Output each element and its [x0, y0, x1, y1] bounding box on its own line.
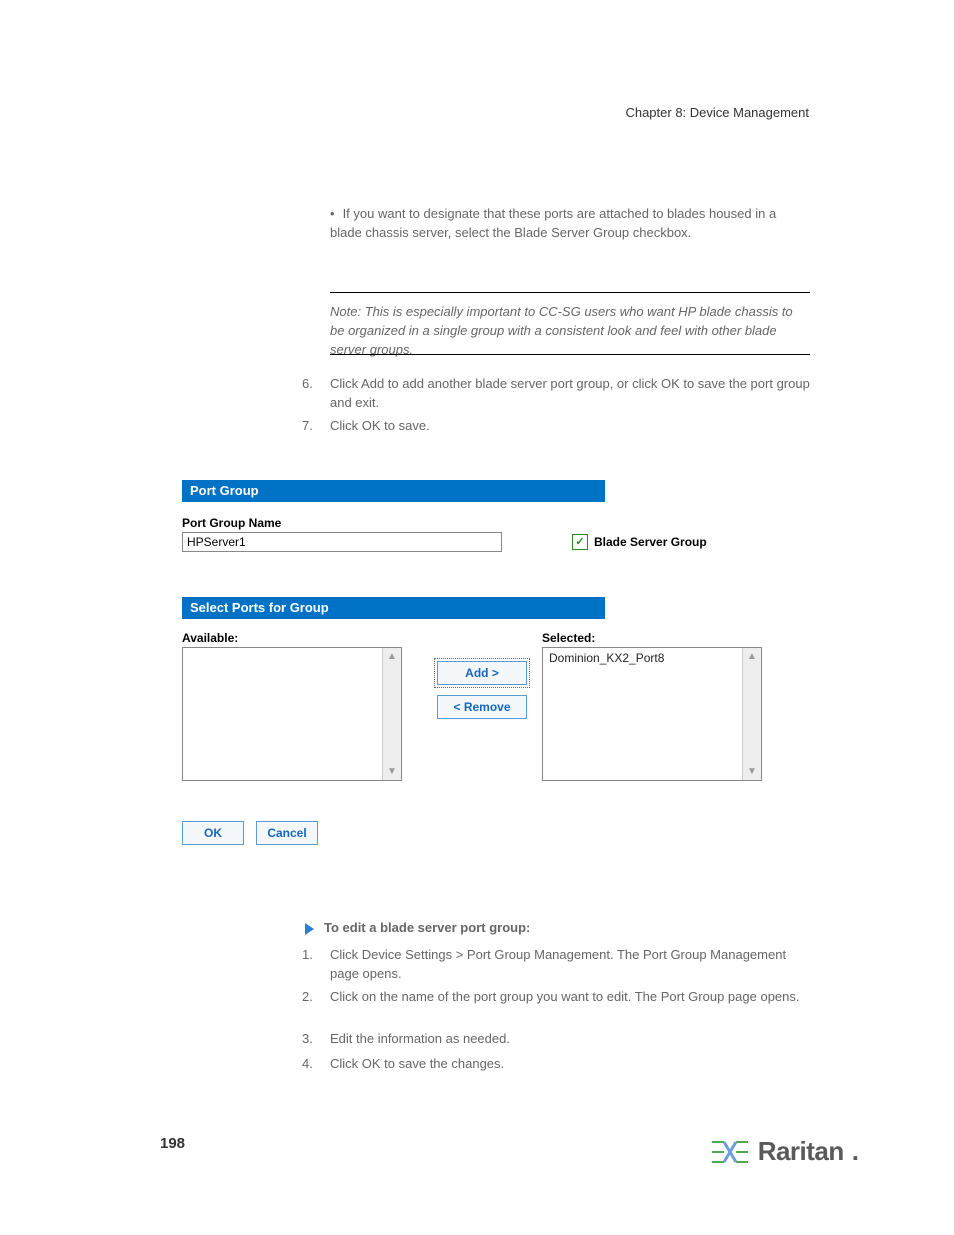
note-body: This is especially important to CC-SG us…: [330, 304, 793, 357]
scroll-up-icon[interactable]: ▲: [747, 648, 757, 665]
available-label: Available:: [182, 631, 422, 645]
blade-server-group-checkbox[interactable]: ✓: [572, 534, 588, 550]
note-top-rule: [330, 292, 810, 293]
edit-step4-text: Click OK to save the changes.: [330, 1055, 810, 1074]
logo-text: Raritan: [758, 1136, 844, 1167]
available-listbox[interactable]: ▲ ▼: [182, 647, 402, 781]
step-6-text: Click Add to add another blade server po…: [330, 375, 810, 413]
port-group-name-input[interactable]: [182, 532, 502, 552]
instruction-bullet-5-part: If you want to designate that these port…: [330, 205, 810, 243]
chapter-title: Chapter 8: Device Management: [625, 105, 809, 120]
step-6-number: 6.: [302, 375, 313, 394]
step-7-text: Click OK to save.: [330, 417, 810, 436]
scroll-down-icon[interactable]: ▼: [747, 763, 757, 780]
note-block: Note: This is especially important to CC…: [330, 303, 810, 360]
note-label: Note:: [330, 304, 361, 319]
edit-step2-text: Click on the name of the port group you …: [330, 988, 810, 1007]
step-7-number: 7.: [302, 417, 313, 436]
remove-button[interactable]: < Remove: [437, 695, 527, 719]
port-group-header: Port Group: [182, 480, 605, 502]
note-bottom-rule: [330, 354, 810, 355]
triangle-icon: [305, 923, 314, 935]
edit-step3-text: Edit the information as needed.: [330, 1030, 810, 1049]
cancel-button[interactable]: Cancel: [256, 821, 318, 845]
scroll-up-icon[interactable]: ▲: [387, 648, 397, 665]
edit-step1-text: Click Device Settings > Port Group Manag…: [330, 946, 810, 984]
port-group-name-label: Port Group Name: [182, 516, 782, 530]
ok-button[interactable]: OK: [182, 821, 244, 845]
raritan-logo: Raritan.: [710, 1136, 859, 1167]
scroll-down-icon[interactable]: ▼: [387, 763, 397, 780]
selected-listbox[interactable]: Dominion_KX2_Port8 ▲ ▼: [542, 647, 762, 781]
logo-dot: .: [852, 1136, 859, 1167]
edit-step1-number: 1.: [302, 946, 313, 965]
instruction-text: If you want to designate that these port…: [330, 206, 776, 240]
bullet-dot: [330, 206, 343, 221]
selected-label: Selected:: [542, 631, 782, 645]
page-number: 198: [160, 1135, 185, 1152]
edit-step4-number: 4.: [302, 1055, 313, 1074]
available-scroll[interactable]: ▲ ▼: [382, 648, 401, 780]
logo-icon: [710, 1137, 750, 1167]
port-group-ui-screenshot: Port Group Port Group Name ✓ Blade Serve…: [182, 480, 782, 845]
add-button[interactable]: Add >: [437, 661, 527, 685]
edit-step3-number: 3.: [302, 1030, 313, 1049]
edit-section-heading: To edit a blade server port group:: [324, 920, 530, 935]
edit-step2-number: 2.: [302, 988, 313, 1007]
list-item[interactable]: Dominion_KX2_Port8: [543, 648, 761, 668]
blade-server-group-label: Blade Server Group: [594, 535, 707, 549]
select-ports-header: Select Ports for Group: [182, 597, 605, 619]
selected-scroll[interactable]: ▲ ▼: [742, 648, 761, 780]
